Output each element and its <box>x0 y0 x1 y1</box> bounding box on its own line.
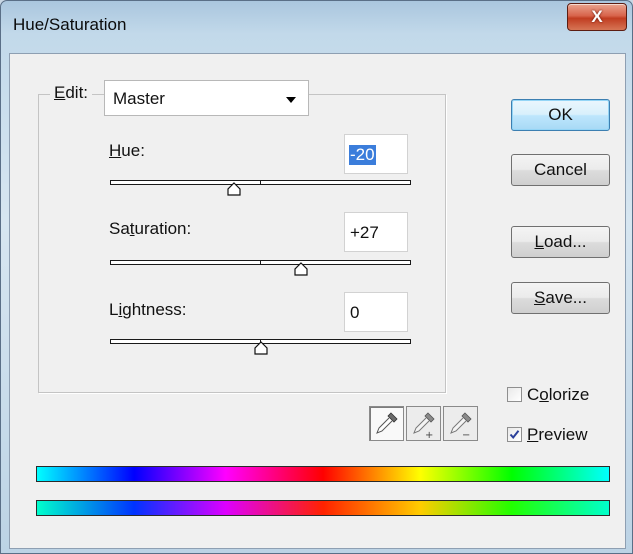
hue-value: -20 <box>349 145 376 165</box>
save-button[interactable]: Save... <box>511 282 610 314</box>
dialog-client-area: Edit: Master Hue: -20 Saturation: +27 Li… <box>9 53 626 549</box>
hue-slider-track[interactable] <box>110 180 411 185</box>
hue-value-field[interactable]: -20 <box>344 134 408 174</box>
colorize-checkbox-row[interactable]: Colorize <box>507 385 617 407</box>
title-bar[interactable]: Hue/Saturation X <box>1 1 632 53</box>
close-icon: X <box>591 7 603 26</box>
colorize-label: Colorize <box>527 385 590 404</box>
saturation-slider-thumb[interactable] <box>293 262 309 276</box>
eyedropper-minus-button[interactable]: − <box>443 406 478 441</box>
eyedropper-plus-icon: + <box>413 412 435 441</box>
svg-text:−: − <box>462 430 470 440</box>
ok-button[interactable]: OK <box>511 99 610 131</box>
hue-saturation-dialog: Hue/Saturation X Edit: Master Hue: -20 S… <box>0 0 633 554</box>
lightness-label: Lightness: <box>109 300 187 319</box>
eyedropper-plus-button[interactable]: + <box>406 406 441 441</box>
edit-channel-select[interactable]: Master <box>104 80 309 116</box>
saturation-slider-track[interactable] <box>110 260 411 265</box>
window-title: Hue/Saturation <box>13 15 127 34</box>
svg-text:+: + <box>425 430 433 440</box>
preview-label: Preview <box>527 425 588 444</box>
saturation-label: Saturation: <box>109 219 192 238</box>
hue-slider-thumb[interactable] <box>226 182 242 196</box>
edit-channel-value: Master <box>113 89 165 108</box>
chevron-down-icon <box>286 97 296 103</box>
input-color-spectrum-bar <box>36 466 610 482</box>
saturation-value-field[interactable]: +27 <box>344 212 408 252</box>
close-button[interactable]: X <box>567 3 627 31</box>
cancel-button[interactable]: Cancel <box>511 154 610 186</box>
output-color-spectrum-bar <box>36 500 610 516</box>
load-button[interactable]: Load... <box>511 226 610 258</box>
edit-label: Edit: <box>50 83 93 103</box>
eyedropper-icon <box>376 412 398 434</box>
checkmark-icon <box>509 430 520 440</box>
lightness-value-field[interactable]: 0 <box>344 292 408 332</box>
lightness-value: 0 <box>350 303 360 322</box>
eyedropper-button[interactable] <box>369 406 404 441</box>
hue-label: Hue: <box>109 141 145 160</box>
preview-checkbox[interactable] <box>507 427 522 442</box>
saturation-value: +27 <box>350 223 379 242</box>
lightness-slider-thumb[interactable] <box>253 341 269 355</box>
colorize-checkbox[interactable] <box>507 387 522 402</box>
eyedropper-minus-icon: − <box>450 412 472 441</box>
preview-checkbox-row[interactable]: Preview <box>507 425 617 447</box>
